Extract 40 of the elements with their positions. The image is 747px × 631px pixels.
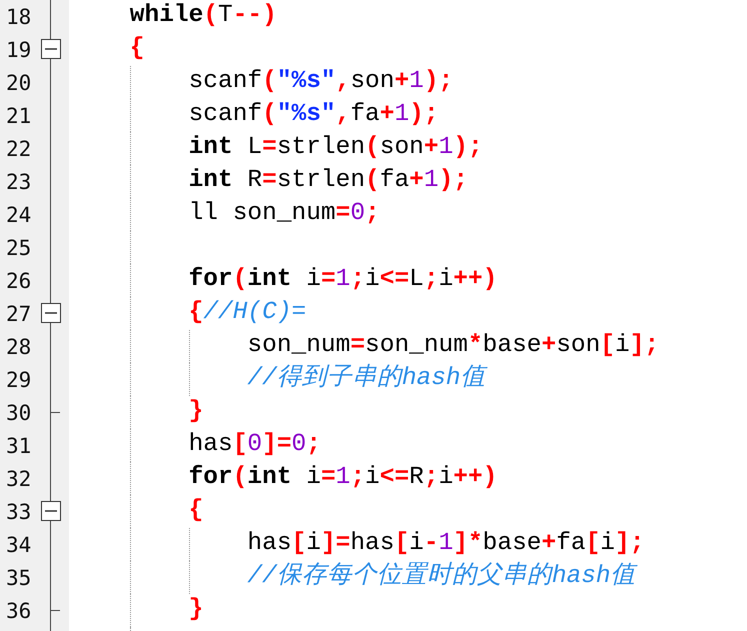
- line-number: 26: [6, 269, 32, 294]
- line-number: 21: [6, 104, 32, 128]
- fold-toggle-icon[interactable]: [41, 303, 61, 323]
- code-line: scanf("%s",fa+1);: [188, 100, 439, 130]
- fold-toggle-icon[interactable]: [41, 39, 61, 59]
- line-number: 33: [6, 500, 32, 524]
- code-line: has[0]=0;: [188, 430, 321, 460]
- code-line: for(int i=1;i<=R;i++): [188, 463, 498, 493]
- line-number: 31: [6, 434, 32, 458]
- code-line: //保存每个位置时的父串的hash值: [247, 562, 636, 592]
- line-number: 32: [6, 467, 32, 492]
- code-line: {: [188, 496, 204, 526]
- code-line: son_num=son_num*base+son[i];: [247, 331, 660, 361]
- fold-toggle-icon[interactable]: [41, 501, 61, 521]
- line-number: 27: [6, 302, 32, 326]
- line-number: 35: [6, 566, 32, 590]
- code-line: {//H(C)=: [188, 298, 306, 328]
- code-line: for(int i=1;i<=L;i++): [188, 265, 498, 295]
- line-number: 36: [6, 599, 32, 624]
- line-number: 18: [6, 5, 32, 30]
- line-number: 28: [6, 335, 32, 360]
- code-line: int L=strlen(son+1);: [188, 133, 483, 163]
- code-line: //得到子串的hash值: [247, 364, 486, 394]
- code-line: while(T--): [130, 1, 277, 31]
- code-line: }: [188, 397, 204, 427]
- code-line: has[i]=has[i-1]*base+fa[i];: [247, 529, 644, 559]
- line-number: 34: [6, 533, 32, 558]
- line-number: 30: [6, 401, 32, 426]
- code-line: }: [188, 595, 204, 625]
- line-number: 29: [6, 368, 32, 392]
- line-number: 24: [6, 203, 32, 228]
- line-number: 20: [6, 71, 32, 96]
- code-line: scanf("%s",son+1);: [188, 67, 454, 97]
- code-line: {: [130, 34, 144, 64]
- line-number: 23: [6, 170, 32, 194]
- code-line: ll son_num=0;: [188, 199, 380, 229]
- line-number: 22: [6, 137, 32, 162]
- line-number: 19: [6, 38, 32, 62]
- code-line: int R=strlen(fa+1);: [188, 166, 468, 196]
- line-number: 25: [6, 236, 32, 260]
